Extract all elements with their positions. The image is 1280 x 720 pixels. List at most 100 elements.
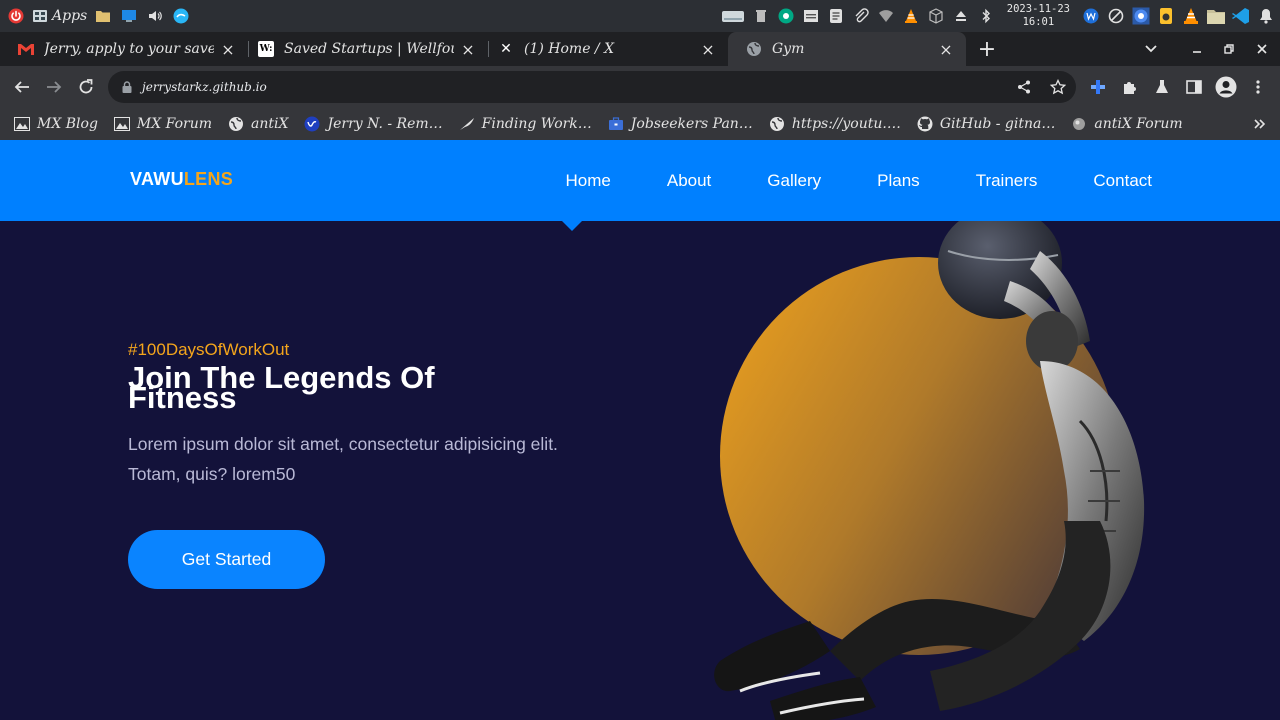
globe-icon [746, 41, 762, 57]
chromium-icon[interactable] [1131, 6, 1151, 26]
apps-menu[interactable]: Apps [32, 8, 87, 24]
globe-icon [769, 116, 785, 132]
nav-link-contact[interactable]: Contact [1093, 171, 1152, 191]
tab-search-button[interactable] [1136, 32, 1166, 66]
new-tab-button[interactable]: + [976, 32, 998, 66]
more-bookmarks-button[interactable] [1254, 108, 1266, 140]
bookmark-label: https://youtu.… [791, 116, 901, 132]
close-icon[interactable]: × [938, 40, 954, 59]
globe-icon [228, 116, 244, 132]
nav-link-trainers[interactable]: Trainers [976, 171, 1038, 191]
tab-gym[interactable]: Gym × [728, 32, 966, 66]
vlc-icon[interactable] [901, 6, 921, 26]
tab-gmail[interactable]: Jerry, apply to your saved j × [0, 32, 248, 66]
nav-link-home[interactable]: Home [566, 171, 611, 191]
drive-icon[interactable] [720, 6, 746, 26]
reload-button[interactable] [70, 71, 102, 103]
power-icon[interactable] [6, 6, 26, 26]
bookmark-star-icon[interactable] [1046, 79, 1070, 95]
extensions-puzzle-icon[interactable] [1116, 71, 1144, 103]
close-icon[interactable]: × [460, 40, 476, 59]
wifi-icon[interactable] [876, 6, 896, 26]
arrow-right-icon [47, 81, 62, 93]
minimize-button[interactable] [1182, 32, 1212, 66]
forward-button[interactable] [38, 71, 70, 103]
lock-icon[interactable] [120, 80, 134, 94]
close-window-button[interactable] [1247, 32, 1277, 66]
notifications-icon[interactable] [1256, 6, 1276, 26]
system-clock[interactable]: 2023-11-23 16:01 [1001, 3, 1076, 29]
trash-icon[interactable] [751, 6, 771, 26]
bluetooth-icon[interactable] [976, 6, 996, 26]
eject-icon[interactable] [951, 6, 971, 26]
profile-avatar-icon[interactable] [1212, 71, 1240, 103]
logo-part-1: VAWU [130, 169, 184, 189]
nav-link-gallery[interactable]: Gallery [767, 171, 821, 191]
labs-flask-icon[interactable] [1148, 71, 1176, 103]
tab-wellfound[interactable]: W: Saved Startups | Wellfound × [240, 32, 488, 66]
tab-x-home[interactable]: ✕ (1) Home / X × [480, 32, 728, 66]
address-bar[interactable]: jerrystarkz.github.io [108, 71, 1076, 103]
paperclip-icon[interactable] [851, 6, 871, 26]
bookmark-github[interactable]: GitHub - gitna… [917, 116, 1055, 132]
bookmark-label: antiX [251, 116, 289, 132]
nav-link-plans[interactable]: Plans [877, 171, 920, 191]
bookmark-mx-forum[interactable]: MX Forum [113, 116, 213, 132]
bookmark-label: MX Forum [136, 116, 213, 132]
apps-grid-icon [33, 10, 47, 22]
close-icon [1257, 44, 1267, 54]
notes-icon[interactable] [826, 6, 846, 26]
bookmark-mx-blog[interactable]: MX Blog [14, 116, 98, 132]
close-icon[interactable]: × [220, 40, 236, 59]
close-icon[interactable]: × [700, 40, 716, 59]
site-logo[interactable]: VAWULENS [130, 169, 233, 190]
speaker-app-icon[interactable] [1156, 6, 1176, 26]
hero-description: Lorem ipsum dolor sit amet, consectetur … [128, 434, 558, 484]
get-started-button[interactable]: Get Started [128, 530, 325, 589]
chevron-down-icon [1145, 45, 1157, 53]
nav-link-about[interactable]: About [667, 171, 711, 191]
kebab-menu-icon[interactable] [1244, 71, 1272, 103]
back-button[interactable] [6, 71, 38, 103]
bookmark-antix-forum[interactable]: antiX Forum [1071, 116, 1183, 132]
package-icon[interactable] [926, 6, 946, 26]
bookmark-upwork[interactable]: Jerry N. - Rem… [304, 116, 443, 132]
arrow-left-icon [14, 81, 29, 93]
chrome-remote-icon[interactable] [776, 6, 796, 26]
file-manager-icon[interactable] [93, 6, 113, 26]
tab-title: (1) Home / X [524, 41, 615, 57]
chevron-double-right-icon [1254, 119, 1266, 129]
briefcase-icon [608, 116, 624, 132]
minimize-icon [1193, 51, 1201, 53]
bookmark-jobseekers[interactable]: Jobseekers Pan… [608, 116, 753, 132]
writer-icon[interactable] [1081, 6, 1101, 26]
hero-hashtag: #100DaysOfWorkOut [128, 340, 290, 359]
vscode-icon[interactable] [1231, 6, 1251, 26]
site-nav-menu: Home About Gallery Plans Trainers Contac… [566, 140, 1153, 221]
hero-title: Join The Legends Of Fitness [128, 360, 435, 415]
web-page: VAWULENS Home About Gallery Plans Traine… [0, 140, 1280, 720]
vlc-player-icon[interactable] [1181, 6, 1201, 26]
upwork-icon [304, 116, 320, 132]
bookmark-antix[interactable]: antiX [228, 116, 288, 132]
blocked-icon[interactable] [1106, 6, 1126, 26]
bookmark-finding-work[interactable]: Finding Work… [459, 116, 592, 132]
reload-icon [79, 79, 93, 94]
feather-icon [459, 116, 475, 132]
keyboard-icon[interactable] [801, 6, 821, 26]
bookmark-youtube[interactable]: https://youtu.… [769, 116, 901, 132]
apps-label: Apps [52, 8, 88, 24]
translate-extension-icon[interactable] [1084, 71, 1112, 103]
share-icon[interactable] [1012, 80, 1036, 94]
browser-tab-strip: Jerry, apply to your saved j × W: Saved … [0, 32, 1280, 66]
show-desktop-icon[interactable] [119, 6, 139, 26]
volume-icon[interactable] [145, 6, 165, 26]
logo-part-2: LENS [183, 169, 234, 189]
os-taskbar: Apps 2023-11-23 16:01 [0, 0, 1280, 32]
restore-button[interactable] [1214, 32, 1244, 66]
mx-icon [113, 116, 130, 132]
files-icon[interactable] [1206, 6, 1226, 26]
app-launcher-icon[interactable] [171, 6, 191, 26]
side-panel-icon[interactable] [1180, 71, 1208, 103]
bookmark-label: MX Blog [37, 116, 98, 132]
